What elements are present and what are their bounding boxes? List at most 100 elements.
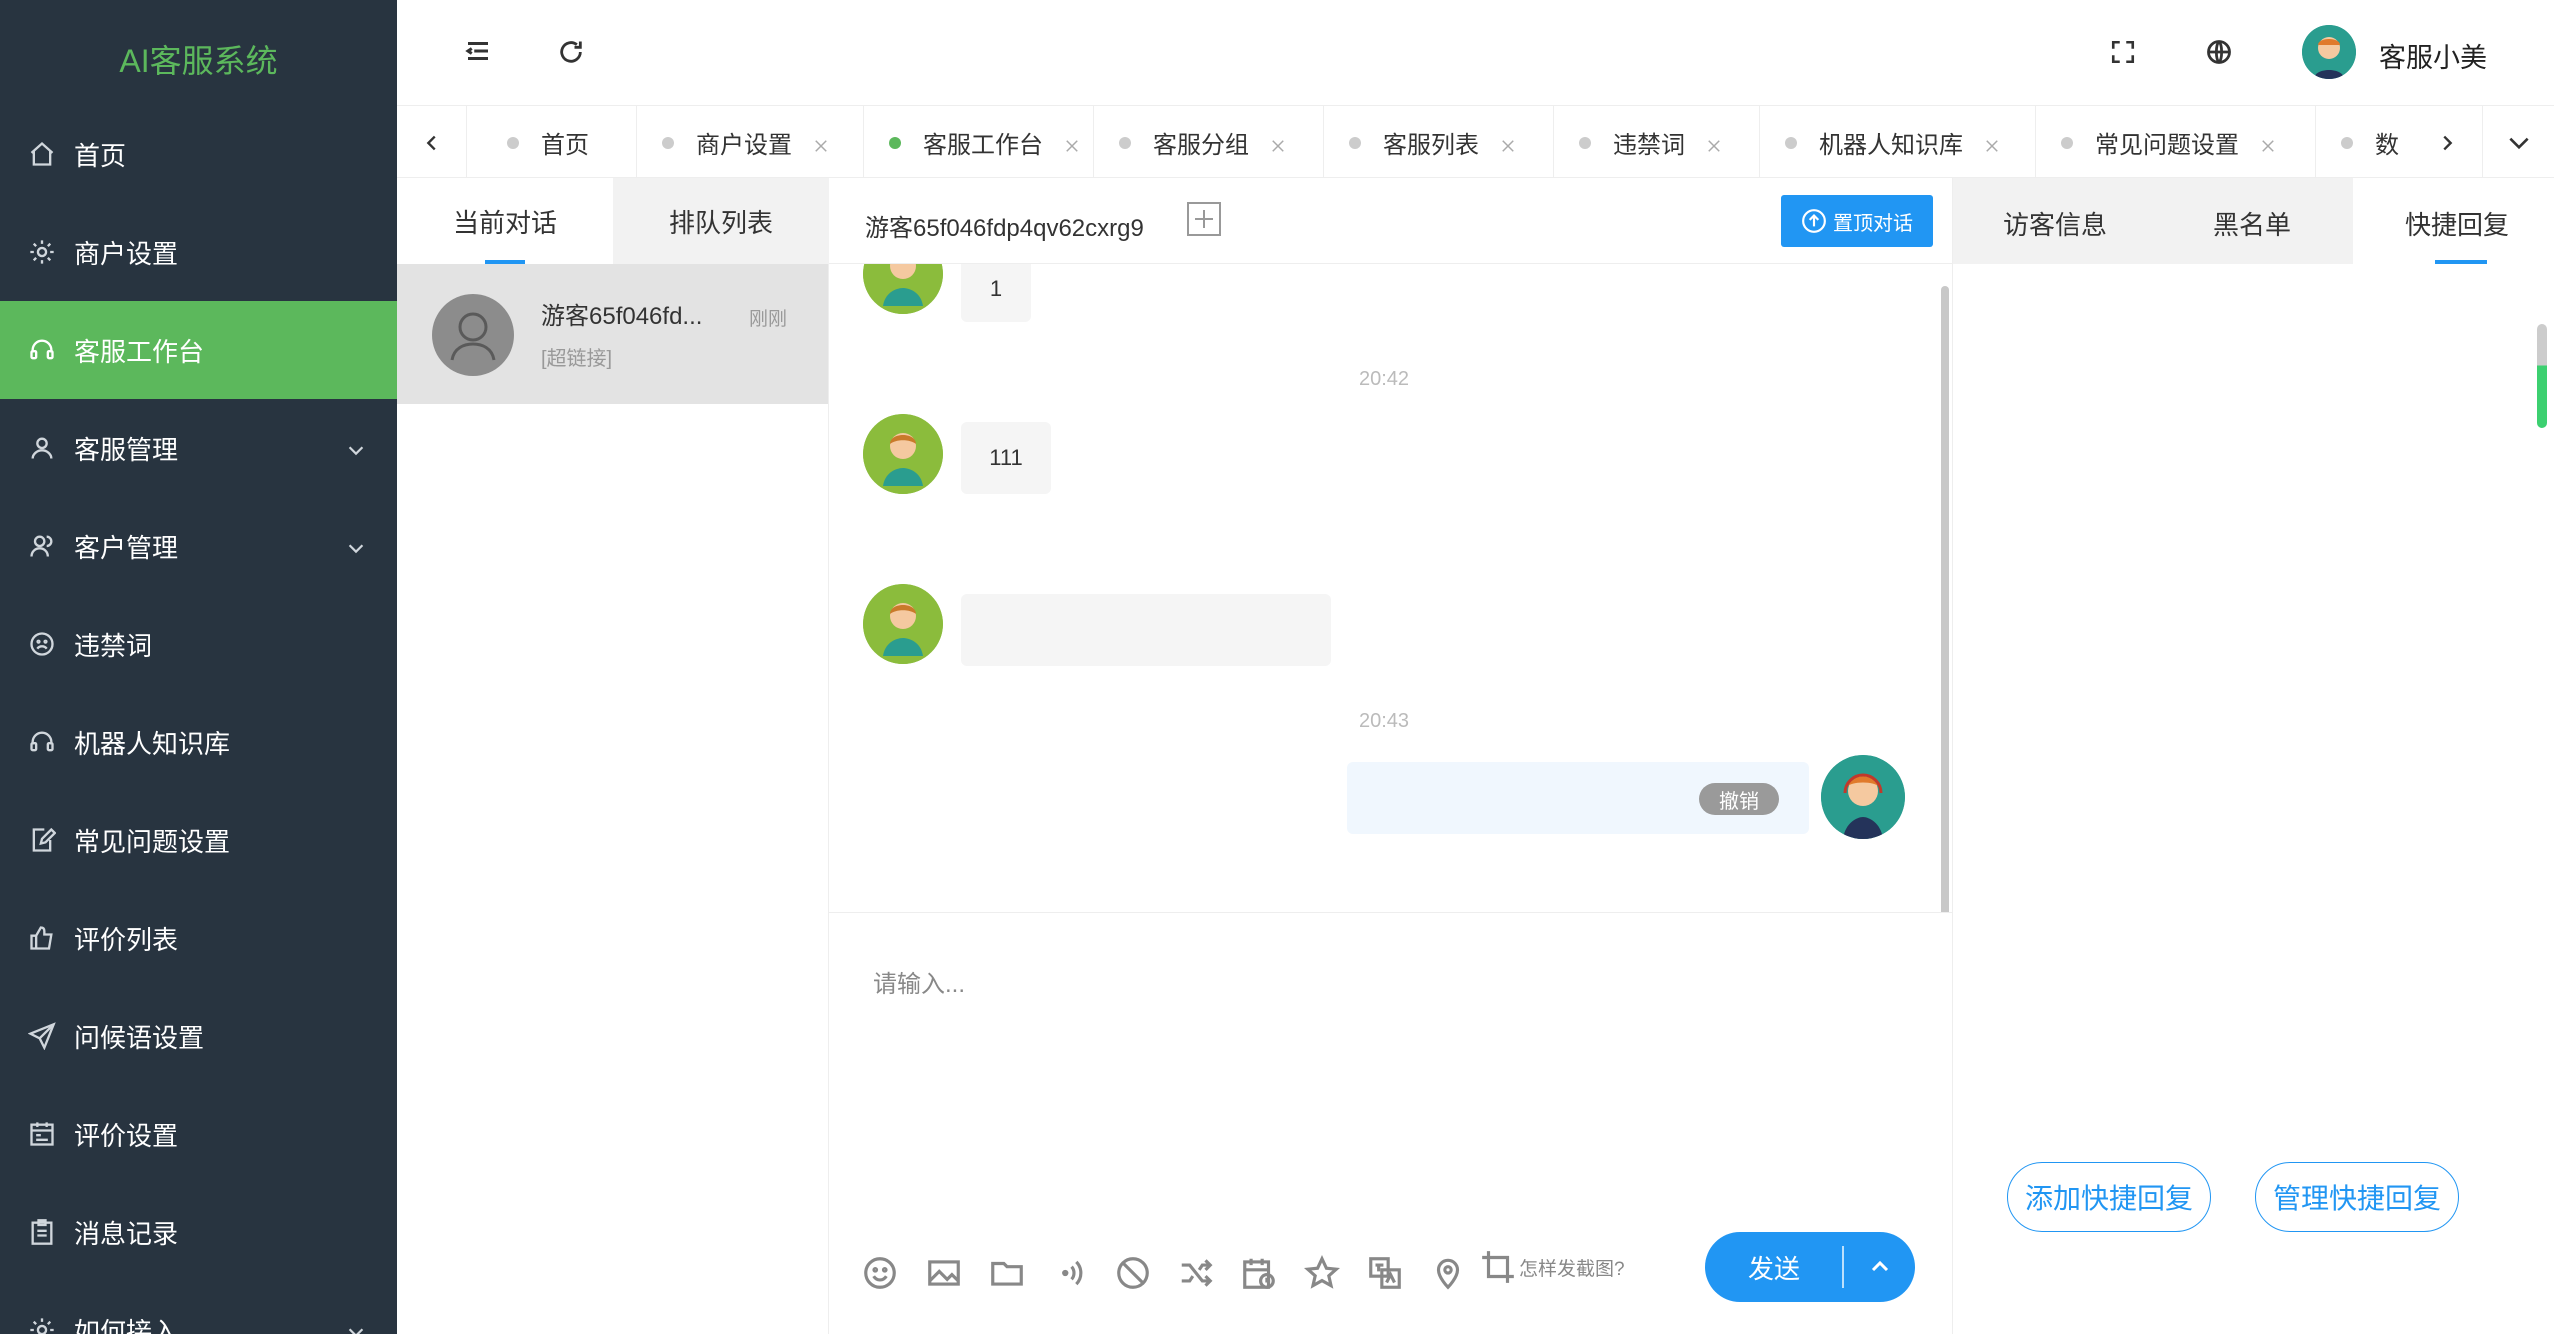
list-item[interactable]: 游客65f046fd... 刚刚 [超链接] (397, 264, 828, 404)
message-timestamp: 20:42 (1359, 368, 1410, 390)
close-icon[interactable] (2259, 134, 2277, 152)
close-icon[interactable] (1499, 134, 1517, 152)
pin-conversation-button[interactable]: 置顶对话 (1781, 195, 1933, 247)
user-avatar[interactable] (2302, 25, 2356, 79)
sidebar-item-agent-management[interactable]: 客服管理 (0, 399, 397, 497)
close-icon[interactable] (1983, 134, 2001, 152)
user-name[interactable]: 客服小美 (2379, 36, 2487, 75)
top-header: 客服小美 (397, 0, 2554, 105)
message-bubble (961, 594, 1331, 666)
sidebar-item-label: 违禁词 (74, 630, 153, 661)
sidebar-item-how-to-integrate[interactable]: 如何接入 (0, 1281, 397, 1334)
tabs-dropdown-icon[interactable] (2482, 106, 2554, 177)
composer: 请输入... 怎样发截图? 发送 (829, 912, 1952, 1334)
tab-merchant-settings[interactable]: 商户设置 (637, 106, 864, 177)
sidebar-item-review-settings[interactable]: 评价设置 (0, 1085, 397, 1183)
send-button-group: 发送 (1705, 1232, 1915, 1302)
avatar (432, 294, 514, 376)
conversation-name: 游客65f046fd... (541, 303, 703, 330)
tab-home[interactable]: 首页 (467, 106, 637, 177)
tab-agent-groups[interactable]: 客服分组 (1094, 106, 1324, 177)
send-icon (28, 1022, 56, 1050)
history-icon[interactable] (1240, 1254, 1278, 1297)
frown-icon (28, 630, 56, 658)
transfer-icon[interactable] (1177, 1254, 1215, 1297)
sidebar-item-knowledge-base[interactable]: 机器人知识库 (0, 693, 397, 791)
sidebar-item-label: 消息记录 (74, 1218, 179, 1249)
tab-data[interactable]: 数 (2316, 106, 2416, 177)
crop-icon[interactable] (1479, 1248, 1517, 1291)
block-icon[interactable] (1114, 1254, 1152, 1297)
tab-status-dot (1785, 136, 1797, 149)
sidebar-item-banned-words[interactable]: 违禁词 (0, 595, 397, 693)
add-quick-reply-button[interactable]: 添加快捷回复 (2007, 1162, 2211, 1232)
close-icon[interactable] (1063, 134, 1081, 152)
sidebar-item-label: 评价列表 (74, 924, 179, 955)
page-tabs: 首页 商户设置 客服工作台 客服分组 客服列表 违禁词 机器人知识库 常见问题设… (397, 105, 2554, 178)
sidebar-item-faq-settings[interactable]: 常见问题设置 (0, 791, 397, 889)
tab-queue-list[interactable]: 排队列表 (613, 178, 829, 264)
conversation-time: 刚刚 (749, 309, 788, 330)
voice-icon[interactable] (1051, 1254, 1089, 1297)
location-icon[interactable] (1429, 1254, 1467, 1297)
tab-quick-reply[interactable]: 快捷回复 (2405, 205, 2509, 242)
tab-label: 客服列表 (1383, 132, 1479, 159)
tab-current-conversations[interactable]: 当前对话 (397, 178, 613, 264)
chat-header: 游客65f046fdp4qv62cxrg9 置顶对话 (829, 178, 1952, 264)
emoji-icon[interactable] (861, 1254, 899, 1297)
send-button[interactable]: 发送 (1705, 1232, 1843, 1302)
tab-visitor-info[interactable]: 访客信息 (2003, 205, 2107, 242)
globe-icon[interactable] (2205, 38, 2233, 71)
close-icon[interactable] (1269, 134, 1287, 152)
tab-workbench[interactable]: 客服工作台 (864, 106, 1094, 177)
tab-agent-list[interactable]: 客服列表 (1324, 106, 1554, 177)
close-icon[interactable] (812, 134, 830, 152)
tabs-scroll-left-icon[interactable] (397, 106, 467, 177)
sidebar-item-customer-management[interactable]: 客户管理 (0, 497, 397, 595)
chevron-up-icon[interactable] (1845, 1232, 1915, 1302)
send-divider (1842, 1246, 1844, 1288)
fullscreen-icon[interactable] (2110, 39, 2136, 70)
tab-label: 常见问题设置 (2095, 132, 2239, 159)
sidebar-item-greeting-settings[interactable]: 问候语设置 (0, 987, 397, 1085)
right-scrollbar[interactable] (2537, 324, 2547, 428)
sidebar-item-label: 商户设置 (74, 238, 179, 269)
tab-label: 违禁词 (1613, 132, 1685, 159)
star-icon[interactable] (1303, 1254, 1341, 1297)
message-input[interactable]: 请输入... (873, 964, 965, 999)
sidebar-item-review-list[interactable]: 评价列表 (0, 889, 397, 987)
translate-icon[interactable] (1366, 1254, 1404, 1297)
screenshot-help-link[interactable]: 怎样发截图? (1519, 1254, 1625, 1281)
sidebar-item-message-records[interactable]: 消息记录 (0, 1183, 397, 1281)
add-icon[interactable] (1187, 202, 1221, 236)
sidebar-item-merchant-settings[interactable]: 商户设置 (0, 203, 397, 301)
gear-icon (28, 238, 56, 266)
tab-faq-settings[interactable]: 常见问题设置 (2036, 106, 2316, 177)
folder-icon[interactable] (988, 1254, 1026, 1297)
tab-blacklist[interactable]: 黑名单 (2213, 205, 2291, 242)
conversation-panel: 当前对话 排队列表 游客65f046fd... 刚刚 [超链接] (397, 178, 829, 1334)
sidebar-item-workbench[interactable]: 客服工作台 (0, 301, 397, 399)
tab-status-dot (662, 136, 674, 149)
tab-status-dot (1579, 136, 1591, 149)
manage-quick-reply-button[interactable]: 管理快捷回复 (2255, 1162, 2459, 1232)
sidebar-item-label: 评价设置 (74, 1120, 179, 1151)
gear-icon (28, 1316, 56, 1334)
clipboard-icon (28, 1218, 56, 1246)
conversation-preview: [超链接] (541, 348, 613, 370)
image-icon[interactable] (925, 1254, 963, 1297)
tab-label: 首页 (541, 132, 589, 159)
refresh-icon[interactable] (557, 38, 585, 71)
recall-button[interactable]: 撤销 (1699, 783, 1779, 815)
sidebar-item-home[interactable]: 首页 (0, 105, 397, 203)
tab-label: 客服分组 (1153, 132, 1249, 159)
tab-banned-words[interactable]: 违禁词 (1554, 106, 1760, 177)
app-title: AI客服系统 (119, 42, 278, 79)
tab-label: 数 (2375, 132, 2399, 159)
tabs-scroll-right-icon[interactable] (2412, 106, 2482, 177)
tab-knowledge-base[interactable]: 机器人知识库 (1760, 106, 2036, 177)
message-bubble: 1 (961, 264, 1031, 322)
tab-status-dot (2341, 136, 2353, 149)
close-icon[interactable] (1705, 134, 1723, 152)
menu-collapse-icon[interactable] (463, 36, 493, 71)
